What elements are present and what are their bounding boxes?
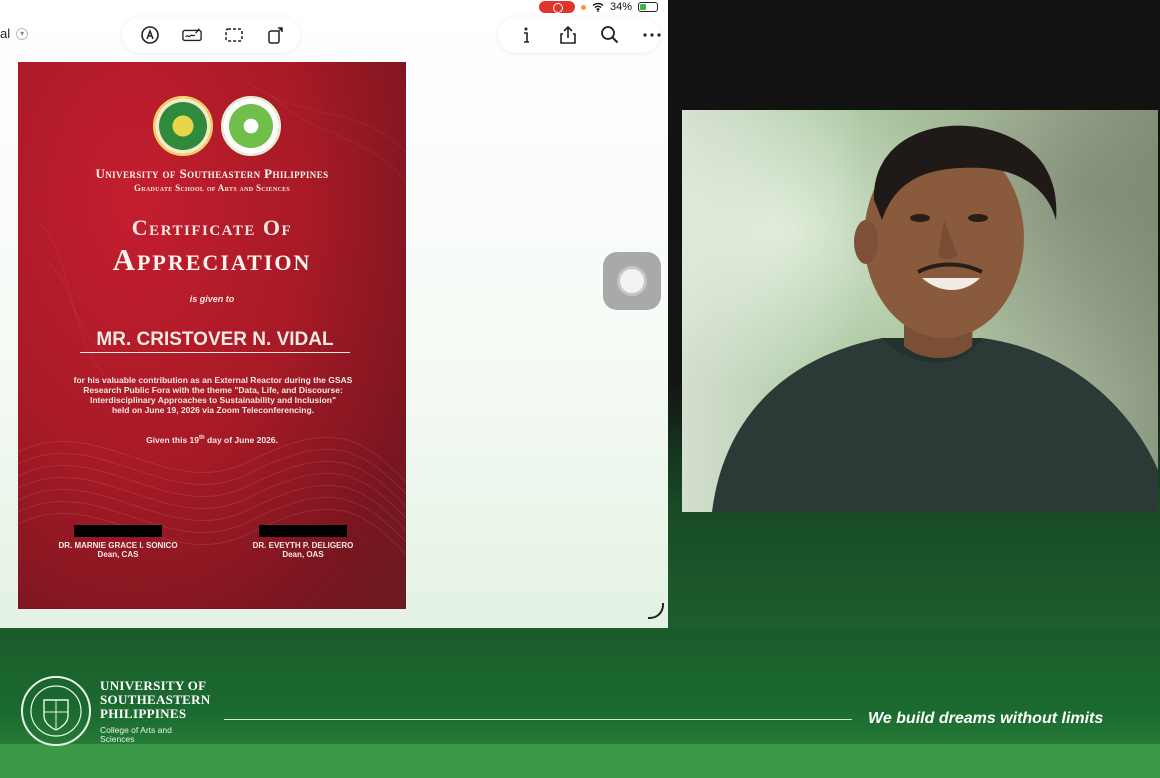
footer-strip [0,744,1160,778]
gsas-seal-icon [221,96,281,156]
chevron-down-icon[interactable]: ▾ [16,27,29,40]
certificate-date-prefix: Given this 19 [146,435,199,445]
signatory-title: Dean, OAS [282,550,324,559]
pen-markup-icon[interactable] [140,24,160,46]
signatory-name: DR. MARNIE GRACE I. SONICO [58,541,178,550]
certificate-recipient: MR. CRISTOVER N. VIDAL [80,329,350,353]
resize-handle[interactable] [648,603,664,619]
certificate-body-line: Research Public Fora with the theme "Dat… [83,385,343,395]
redacted-signature [259,525,347,537]
assistive-touch-button[interactable] [603,252,661,310]
ipad-status-bar: 34% [538,0,658,14]
more-icon[interactable] [642,24,662,46]
participant-video[interactable] [682,110,1158,512]
certificate-body: for his valuable contribution as an Exte… [42,375,384,415]
certificate-body-line: held on June 19, 2026 via Zoom Teleconfe… [111,405,314,415]
signature-icon[interactable] [182,24,202,46]
footer-university-line: PHILIPPINES [100,706,187,721]
certificate-university: University of Southeastern Philippines [95,166,329,181]
signatory-block: DR. EVEYTH P. DELIGERO Dean, OAS [218,525,388,559]
certificate-title-line1: Certificate Of [131,215,293,240]
rotate-icon[interactable] [266,24,286,46]
certificate-body-line: Interdisciplinary Approaches to Sustaina… [89,395,336,405]
certificate-title-line2: Appreciation [112,242,312,277]
footer-university-name: UNIVERSITY OF SOUTHEASTERN PHILIPPINES [100,679,211,721]
signatory-title: Dean, CAS [97,550,139,559]
battery-percent: 34% [609,1,632,13]
footer-college-name: College of Arts and Sciences [100,725,172,744]
footer-university-line: UNIVERSITY OF [100,678,207,693]
certificate-body-line: for his valuable contribution as an Exte… [73,375,353,385]
markup-toolbar [122,17,300,53]
participant-figure [712,125,1158,512]
shared-screen: 34% al ▾ University of Southeastern Phil… [0,0,668,628]
certificate-seals [153,96,281,156]
selection-icon[interactable] [224,24,244,46]
usep-seal-icon [153,96,213,156]
footer-banner: UNIVERSITY OF SOUTHEASTERN PHILIPPINES C… [0,628,1160,778]
footer-divider [224,719,852,720]
signatory-block: DR. MARNIE GRACE I. SONICO Dean, CAS [33,525,203,559]
certificate-given-to: is given to [189,294,235,304]
certificate-date-suffix: day of June 2026. [204,435,278,445]
certificate-date: Given this 19th day of June 2026. [18,435,406,445]
signatory-name: DR. EVEYTH P. DELIGERO [252,541,354,550]
certificate-school: Graduate School of Arts and Sciences [133,183,291,193]
info-icon[interactable] [516,24,536,46]
usep-footer-seal-icon [21,676,91,746]
footer-tagline: We build dreams without limits [868,710,1104,727]
certificate-page: University of Southeastern Philippines G… [18,62,406,609]
footer-university-line: SOUTHEASTERN [100,692,211,707]
share-icon[interactable] [558,24,578,46]
screen-record-icon[interactable] [538,1,575,13]
document-title[interactable]: al ▾ [0,26,29,41]
wifi-icon [592,2,604,12]
redacted-signature [74,525,162,537]
action-toolbar [498,17,662,53]
document-name-label: al [0,26,11,41]
battery-icon [638,2,658,12]
mic-indicator-icon [580,4,586,10]
search-icon[interactable] [600,24,620,46]
